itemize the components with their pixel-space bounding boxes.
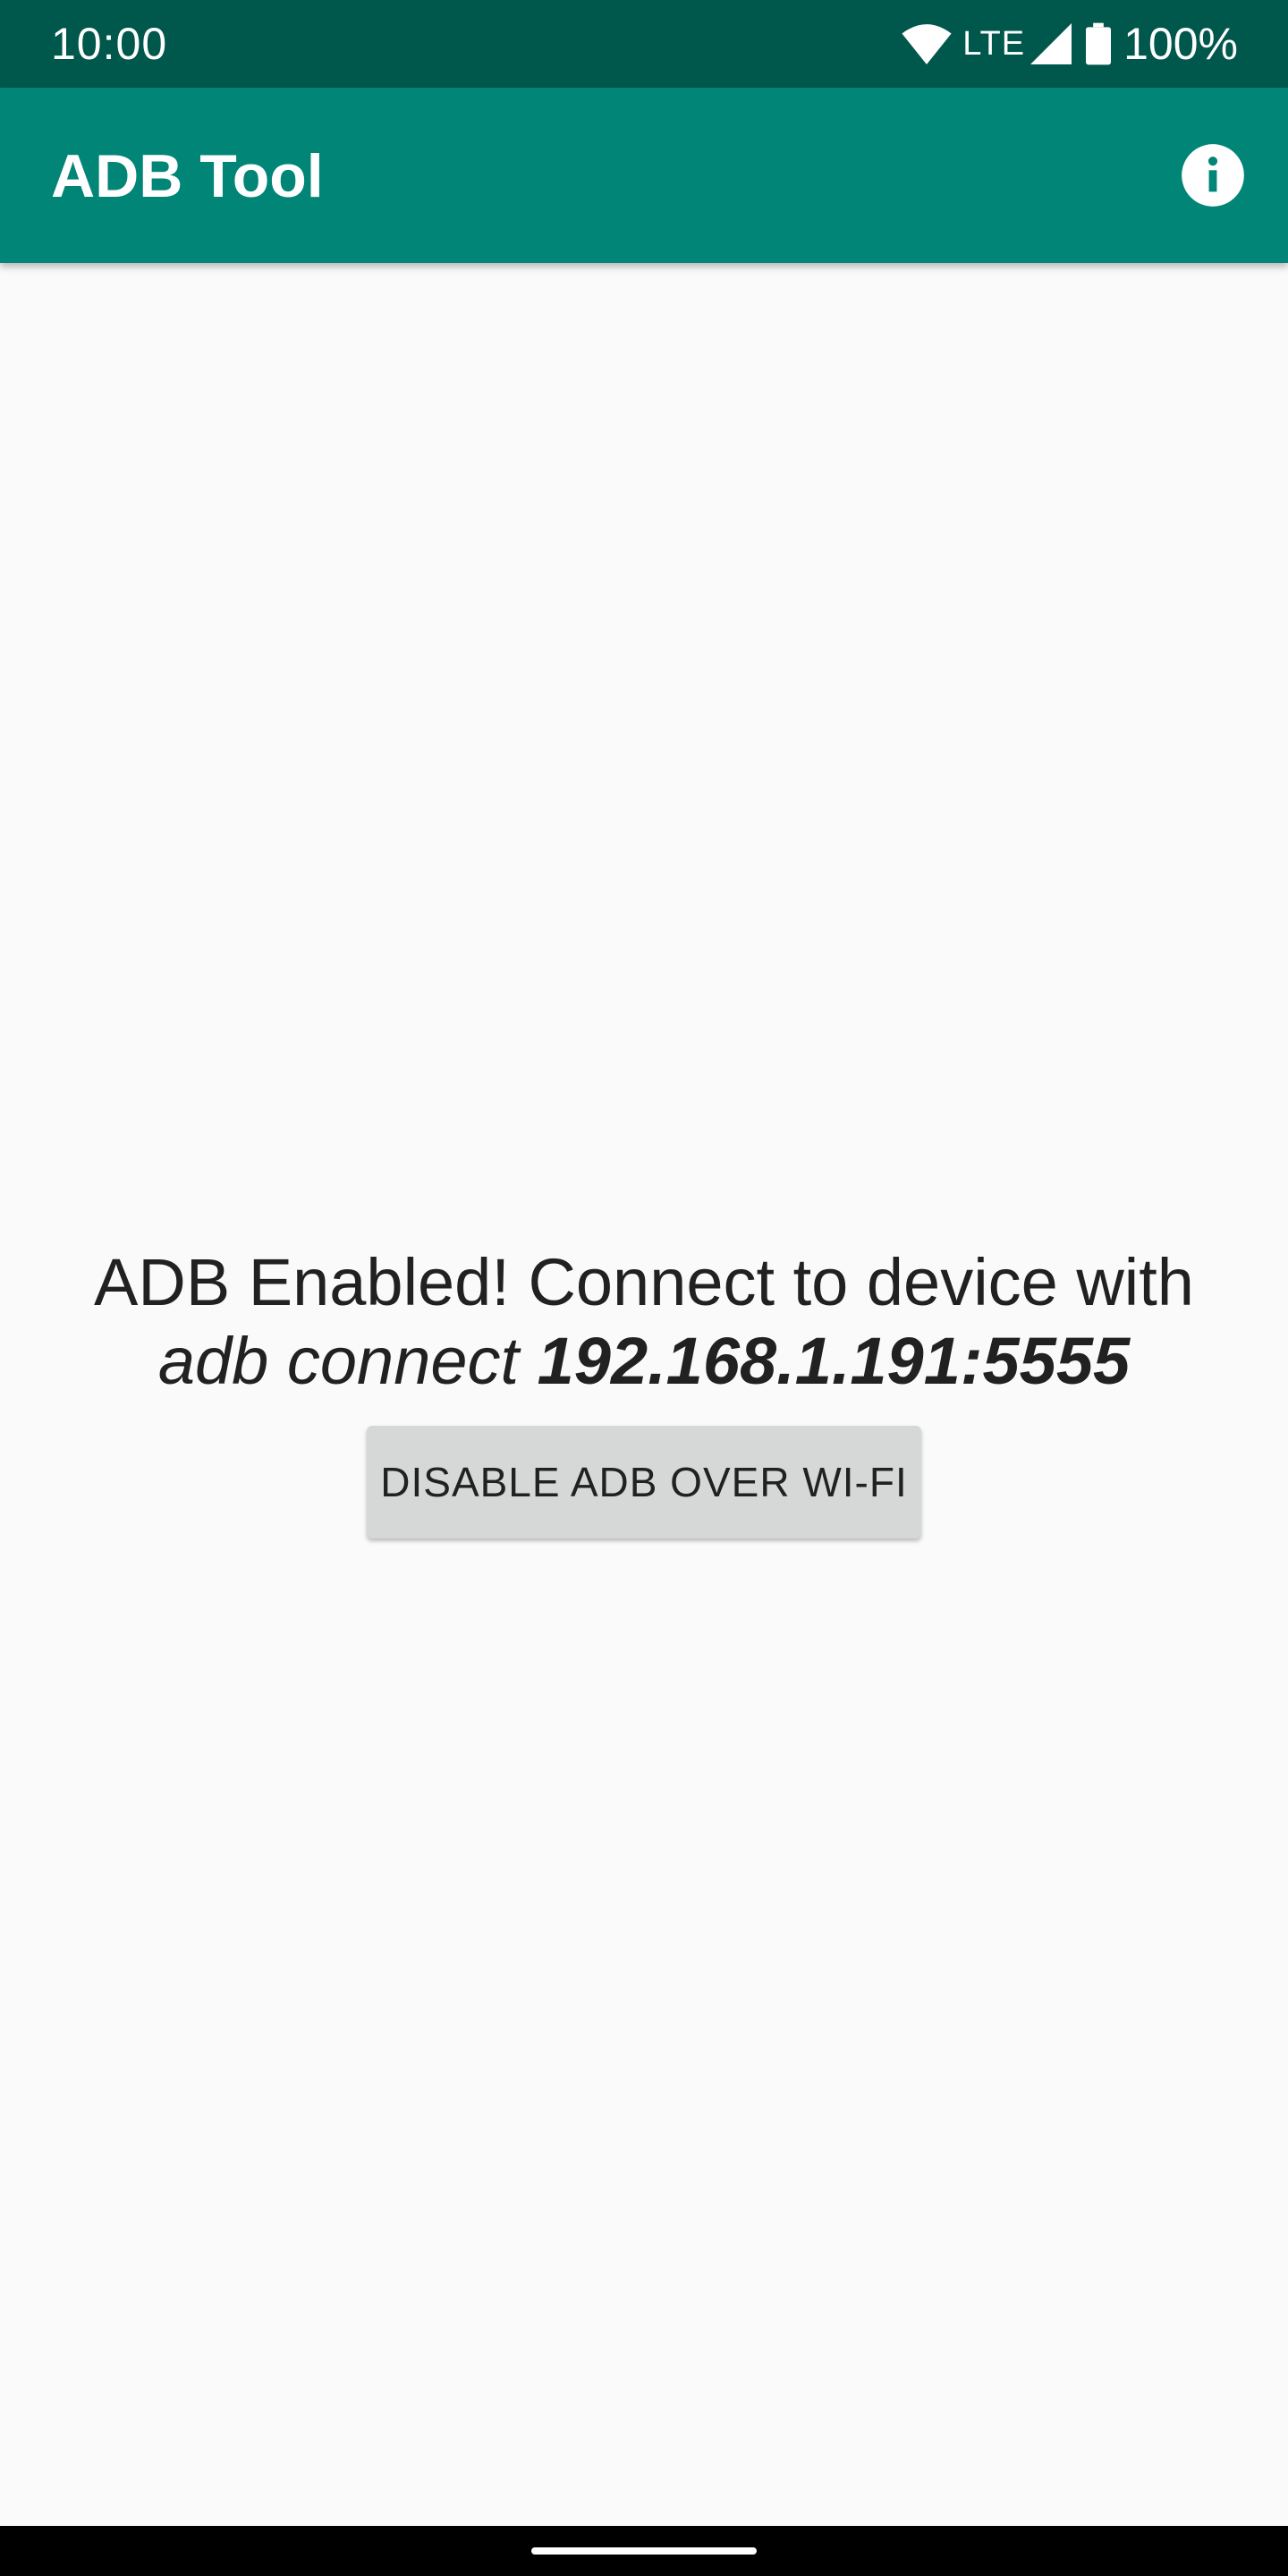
wifi-icon	[902, 24, 952, 64]
command-text: adb connect	[157, 1324, 520, 1398]
app-title: ADB Tool	[51, 142, 324, 210]
screen: 10:00 LTE 100% ADB Tool ADB Enabled! Con…	[0, 0, 1288, 2576]
status-indicators: LTE 100%	[902, 18, 1238, 70]
home-gesture-handle[interactable]	[531, 2547, 757, 2555]
status-bar: 10:00 LTE 100%	[0, 0, 1288, 88]
cell-signal-icon	[1030, 23, 1072, 64]
battery-icon	[1086, 22, 1112, 65]
network-type: LTE	[962, 25, 1026, 63]
status-time: 10:00	[51, 19, 168, 69]
info-icon	[1182, 144, 1244, 207]
disable-adb-button[interactable]: DISABLE ADB OVER WI-FI	[367, 1426, 921, 1538]
navigation-bar	[0, 2526, 1288, 2576]
battery-level: 100%	[1123, 19, 1238, 69]
info-button[interactable]	[1179, 141, 1247, 209]
adb-status-message: ADB Enabled! Connect to device with adb …	[36, 1243, 1252, 1401]
app-bar: ADB Tool	[0, 88, 1288, 263]
message-prefix: ADB Enabled! Connect to device with	[94, 1245, 1194, 1319]
device-address: 192.168.1.191:5555	[537, 1324, 1131, 1398]
connect-command-line: adb connect 192.168.1.191:5555	[36, 1322, 1252, 1401]
